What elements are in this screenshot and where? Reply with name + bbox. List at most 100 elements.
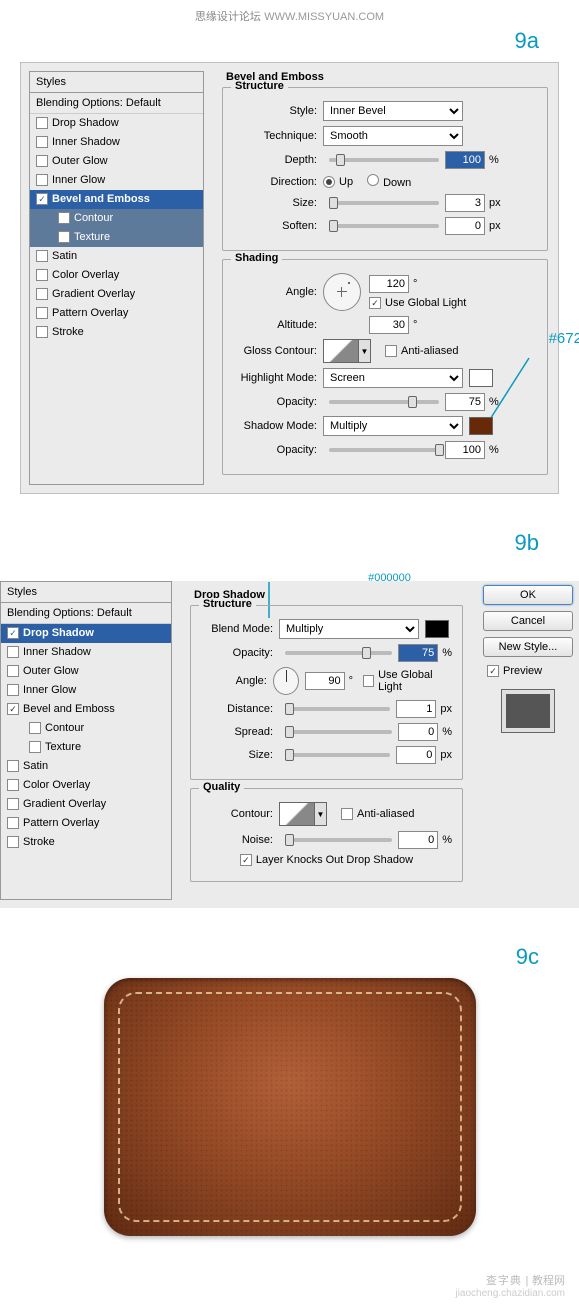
checkbox[interactable] xyxy=(58,212,70,224)
blending-options-row[interactable]: Blending Options: Default xyxy=(30,93,203,114)
checkbox[interactable] xyxy=(7,665,19,677)
anti-aliased-check[interactable]: Anti-aliased xyxy=(385,345,458,357)
contour-dropdown[interactable]: ▼ xyxy=(315,802,327,826)
hl-opacity-input[interactable] xyxy=(445,393,485,411)
blend-mode-dropdown[interactable]: Multiply xyxy=(279,619,419,639)
style-row-satin[interactable]: Satin xyxy=(1,757,171,776)
style-row-gradient-overlay[interactable]: Gradient Overlay xyxy=(1,795,171,814)
blending-options-row[interactable]: Blending Options: Default xyxy=(1,603,171,624)
spread-slider[interactable] xyxy=(285,730,392,734)
distance-slider[interactable] xyxy=(285,707,390,711)
label: Drop Shadow xyxy=(23,627,94,639)
style-row-pattern-overlay[interactable]: Pattern Overlay xyxy=(30,304,203,323)
noise-slider[interactable] xyxy=(285,838,392,842)
checkbox[interactable] xyxy=(29,741,41,753)
use-global-light-check[interactable]: Use Global Light xyxy=(369,297,466,309)
new-style-button[interactable]: New Style... xyxy=(483,637,573,657)
anti-aliased-check[interactable]: Anti-aliased xyxy=(341,808,414,820)
checkbox[interactable] xyxy=(7,798,19,810)
style-row-drop-shadow[interactable]: Drop Shadow xyxy=(1,624,171,643)
style-row-inner-glow[interactable]: Inner Glow xyxy=(30,171,203,190)
unit: % xyxy=(438,834,452,846)
style-row-pattern-overlay[interactable]: Pattern Overlay xyxy=(1,814,171,833)
size-slider[interactable] xyxy=(329,201,439,205)
ok-button[interactable]: OK xyxy=(483,585,573,605)
gloss-contour-dropdown[interactable]: ▼ xyxy=(359,339,371,363)
distance-input[interactable] xyxy=(396,700,436,718)
size-input[interactable] xyxy=(445,194,485,212)
checkbox[interactable] xyxy=(7,627,19,639)
hl-opacity-slider[interactable] xyxy=(329,400,439,404)
checkbox[interactable] xyxy=(36,117,48,129)
soften-slider[interactable] xyxy=(329,224,439,228)
style-row-bevel-emboss[interactable]: Bevel and Emboss xyxy=(30,190,203,209)
style-row-color-overlay[interactable]: Color Overlay xyxy=(1,776,171,795)
size-slider[interactable] xyxy=(285,753,390,757)
angle-input[interactable] xyxy=(369,275,409,293)
highlight-color-swatch[interactable] xyxy=(469,369,493,387)
checkbox[interactable] xyxy=(7,646,19,658)
style-row-color-overlay[interactable]: Color Overlay xyxy=(30,266,203,285)
checkbox[interactable] xyxy=(36,288,48,300)
checkbox[interactable] xyxy=(7,836,19,848)
style-row-stroke[interactable]: Stroke xyxy=(1,833,171,852)
checkbox[interactable] xyxy=(36,155,48,167)
shadow-mode-dropdown[interactable]: Multiply xyxy=(323,416,463,436)
spread-input[interactable] xyxy=(398,723,438,741)
checkbox[interactable] xyxy=(7,684,19,696)
checkbox[interactable] xyxy=(7,760,19,772)
use-global-light-check[interactable]: Use Global Light xyxy=(363,669,452,693)
checkbox[interactable] xyxy=(7,703,19,715)
angle-wheel[interactable] xyxy=(323,273,361,311)
checkbox[interactable] xyxy=(36,326,48,338)
size-input[interactable] xyxy=(396,746,436,764)
style-row-contour[interactable]: Contour xyxy=(30,209,203,228)
sh-opacity-input[interactable] xyxy=(445,441,485,459)
soften-input[interactable] xyxy=(445,217,485,235)
checkbox[interactable] xyxy=(36,250,48,262)
shadow-color-swatch[interactable] xyxy=(469,417,493,435)
preview-check[interactable]: Preview xyxy=(483,663,573,679)
shadow-color-swatch[interactable] xyxy=(425,620,449,638)
style-row-inner-shadow[interactable]: Inner Shadow xyxy=(1,643,171,662)
style-row-gradient-overlay[interactable]: Gradient Overlay xyxy=(30,285,203,304)
checkbox[interactable] xyxy=(36,174,48,186)
checkbox[interactable] xyxy=(29,722,41,734)
cancel-button[interactable]: Cancel xyxy=(483,611,573,631)
style-row-outer-glow[interactable]: Outer Glow xyxy=(30,152,203,171)
gloss-contour-swatch[interactable] xyxy=(323,339,359,363)
opacity-input[interactable] xyxy=(398,644,438,662)
angle-wheel[interactable] xyxy=(273,667,299,695)
style-row-inner-glow[interactable]: Inner Glow xyxy=(1,681,171,700)
altitude-input[interactable] xyxy=(369,316,409,334)
checkbox[interactable] xyxy=(36,136,48,148)
style-row-stroke[interactable]: Stroke xyxy=(30,323,203,342)
opacity-slider[interactable] xyxy=(285,651,392,655)
contour-swatch[interactable] xyxy=(279,802,315,826)
checkbox[interactable] xyxy=(36,269,48,281)
style-dropdown[interactable]: Inner Bevel xyxy=(323,101,463,121)
angle-input[interactable] xyxy=(305,672,345,690)
style-row-texture[interactable]: Texture xyxy=(30,228,203,247)
direction-up-radio[interactable]: Up xyxy=(323,176,353,188)
direction-down-radio[interactable]: Down xyxy=(367,174,411,189)
checkbox[interactable] xyxy=(36,307,48,319)
sh-opacity-slider[interactable] xyxy=(329,448,439,452)
layer-knocks-out-check[interactable]: Layer Knocks Out Drop Shadow xyxy=(201,854,452,866)
style-row-bevel-emboss[interactable]: Bevel and Emboss xyxy=(1,700,171,719)
depth-slider[interactable] xyxy=(329,158,439,162)
style-row-inner-shadow[interactable]: Inner Shadow xyxy=(30,133,203,152)
style-row-drop-shadow[interactable]: Drop Shadow xyxy=(30,114,203,133)
checkbox[interactable] xyxy=(7,779,19,791)
checkbox[interactable] xyxy=(58,231,70,243)
style-row-satin[interactable]: Satin xyxy=(30,247,203,266)
technique-dropdown[interactable]: Smooth xyxy=(323,126,463,146)
style-row-contour[interactable]: Contour xyxy=(1,719,171,738)
highlight-mode-dropdown[interactable]: Screen xyxy=(323,368,463,388)
checkbox[interactable] xyxy=(36,193,48,205)
noise-input[interactable] xyxy=(398,831,438,849)
depth-input[interactable] xyxy=(445,151,485,169)
checkbox[interactable] xyxy=(7,817,19,829)
style-row-texture[interactable]: Texture xyxy=(1,738,171,757)
style-row-outer-glow[interactable]: Outer Glow xyxy=(1,662,171,681)
